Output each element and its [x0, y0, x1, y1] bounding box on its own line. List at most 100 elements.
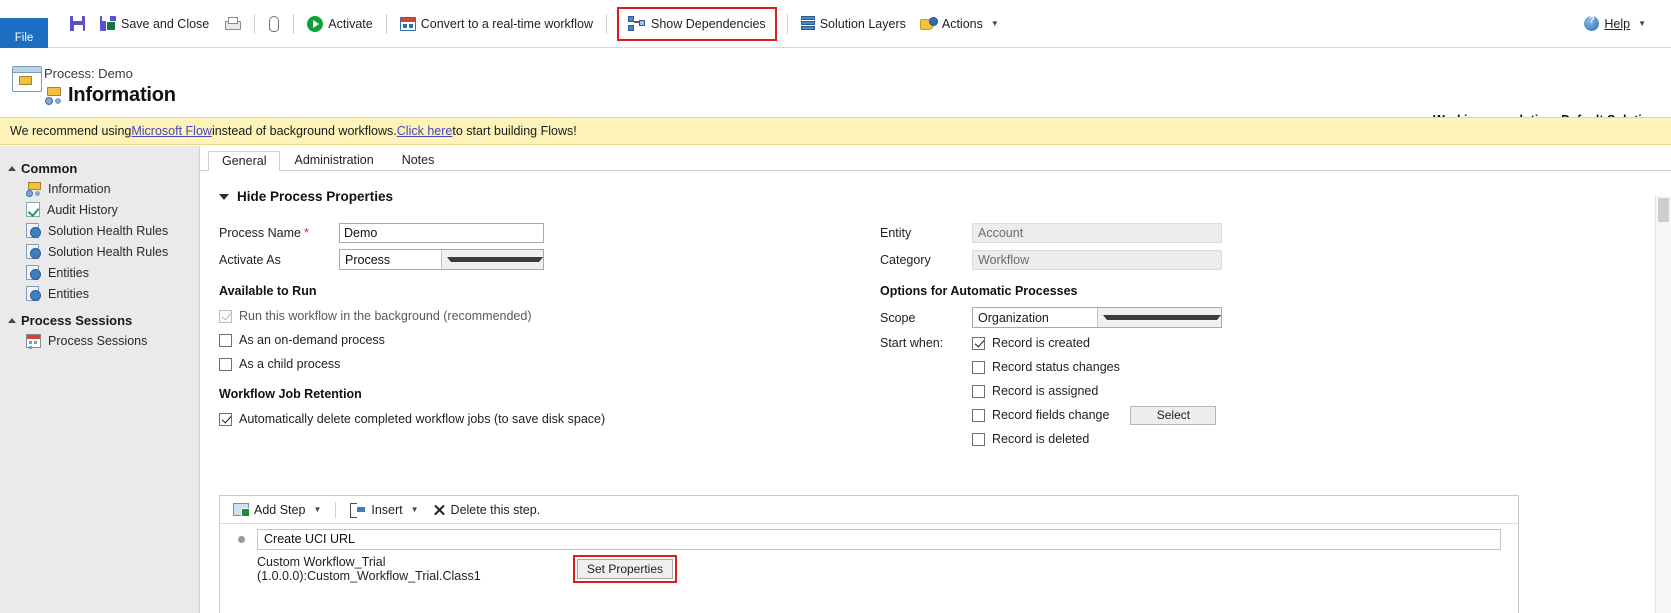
solution-layers-button[interactable]: Solution Layers [794, 9, 913, 39]
file-tab[interactable]: File [0, 18, 48, 48]
dropdown-arrow-box [1096, 308, 1221, 327]
checkbox-record-is-deleted[interactable]: Record is deleted [972, 427, 1216, 451]
ribbon-divider [786, 13, 788, 34]
sidebar-group-common[interactable]: Common [0, 158, 199, 179]
steps-divider [335, 501, 337, 518]
sidebar-group-process-sessions[interactable]: Process Sessions [0, 310, 199, 331]
paperclip-icon [269, 15, 280, 32]
microsoft-flow-link[interactable]: Microsoft Flow [131, 124, 212, 138]
checkbox-run-in-background[interactable]: Run this workflow in the background (rec… [219, 304, 779, 328]
attach-button[interactable] [261, 9, 287, 39]
step-name-input[interactable] [257, 528, 1501, 550]
chevron-down-icon [1102, 315, 1221, 320]
form-vertical-scrollbar[interactable] [1655, 196, 1671, 613]
convert-to-realtime-button[interactable]: Convert to a real-time workflow [393, 9, 600, 39]
save-button[interactable] [62, 9, 93, 39]
set-properties-button[interactable]: Set Properties [577, 559, 673, 579]
select-fields-button[interactable]: Select [1130, 405, 1217, 425]
hide-process-properties-toggle[interactable]: Hide Process Properties [219, 189, 393, 204]
activate-button[interactable]: Activate [300, 9, 379, 39]
category-label: Category [880, 252, 931, 267]
sidebar-item-solution-health-rules-2[interactable]: Solution Health Rules [0, 241, 199, 262]
delete-step-label: Delete this step. [450, 502, 541, 517]
main-content: General Administration Notes Hide Proces… [200, 146, 1671, 613]
chevron-down-icon: ▼ [410, 505, 419, 514]
checkbox-record-status-box[interactable] [972, 360, 985, 374]
sidebar-navigation: Common Information Audit History Solutio… [0, 146, 200, 613]
process-name-input[interactable] [339, 222, 544, 243]
checkbox-label: As an on-demand process [239, 333, 385, 347]
ribbon-divider [385, 13, 387, 34]
process-name-label-text: Process Name [219, 226, 301, 240]
options-automatic-processes-heading: Options for Automatic Processes [880, 284, 1078, 298]
sidebar-item-information[interactable]: Information [0, 179, 199, 199]
process-name-label: Process Name * [219, 225, 339, 240]
checkbox-run-in-background-box[interactable] [219, 309, 232, 323]
checkbox-record-deleted-box[interactable] [972, 432, 985, 446]
ribbon-divider [293, 13, 295, 34]
session-icon [26, 334, 41, 348]
chevron-down-icon: ▼ [313, 505, 322, 514]
delete-step-button[interactable]: Delete this step. [427, 499, 547, 521]
activate-as-label: Activate As [219, 252, 281, 267]
activate-as-select[interactable]: Process [339, 249, 544, 270]
tab-notes[interactable]: Notes [388, 150, 449, 170]
add-step-icon [233, 503, 250, 517]
ribbon-divider [254, 13, 256, 34]
save-and-close-button[interactable]: Save and Close [93, 9, 216, 39]
actions-button[interactable]: Actions ▼ [913, 9, 1006, 39]
checkbox-child-process-box[interactable] [219, 357, 232, 371]
ribbon-divider [606, 13, 608, 34]
set-properties-highlight: Set Properties [573, 555, 677, 583]
print-button[interactable] [216, 9, 248, 39]
checkbox-record-status-changes[interactable]: Record status changes [972, 355, 1216, 379]
scrollbar-thumb[interactable] [1658, 198, 1669, 222]
click-here-link[interactable]: Click here [397, 124, 453, 138]
process-icon [44, 87, 62, 105]
sidebar-item-label: Entities [48, 265, 89, 280]
start-when-group: Start when: Record is created Record sta… [880, 331, 1480, 451]
add-step-button[interactable]: Add Step ▼ [227, 499, 327, 521]
step-bullet-icon [238, 535, 245, 543]
category-input [972, 249, 1222, 270]
activate-as-value: Process [345, 252, 391, 267]
checkbox-record-fields-box[interactable] [972, 408, 985, 422]
checkbox-child-process[interactable]: As a child process [219, 352, 779, 376]
sidebar-item-audit-history[interactable]: Audit History [0, 199, 199, 220]
delete-icon [433, 503, 446, 516]
workflow-steps-panel: Add Step ▼ Insert ▼ Delete this step. Cr… [219, 495, 1519, 613]
form-right-column: Entity Category Options for Automatic Pr… [880, 219, 1480, 451]
step-row [220, 524, 1518, 554]
checkbox-auto-delete-jobs[interactable]: Automatically delete completed workflow … [219, 407, 779, 431]
checkbox-record-is-created[interactable]: Record is created [972, 331, 1216, 355]
actions-label: Actions [941, 16, 983, 31]
scope-select[interactable]: Organization [972, 307, 1222, 328]
category-row: Category [880, 246, 1480, 273]
checkbox-record-assigned-box[interactable] [972, 384, 985, 398]
checkbox-on-demand-box[interactable] [219, 333, 232, 347]
banner-text-before: We recommend using [10, 124, 132, 138]
checkbox-auto-delete-box[interactable] [219, 412, 232, 426]
process-information-window: File Save and Close Activate Convert to … [0, 0, 1671, 613]
tab-general[interactable]: General [208, 151, 281, 171]
tab-administration[interactable]: Administration [280, 150, 387, 170]
flow-recommendation-banner: We recommend using Microsoft Flow instea… [0, 117, 1671, 145]
checkbox-on-demand-process[interactable]: As an on-demand process [219, 328, 779, 352]
checkbox-record-is-assigned[interactable]: Record is assigned [972, 379, 1216, 403]
convert-label: Convert to a real-time workflow [420, 16, 594, 31]
sidebar-item-label: Audit History [47, 202, 118, 217]
sidebar-item-solution-health-rules-1[interactable]: Solution Health Rules [0, 220, 199, 241]
insert-button[interactable]: Insert ▼ [344, 499, 424, 521]
section-toggle-label: Hide Process Properties [237, 189, 394, 204]
sidebar-item-process-sessions[interactable]: Process Sessions [0, 331, 199, 351]
help-icon [1584, 15, 1600, 31]
sidebar-item-entities-2[interactable]: Entities [0, 283, 199, 304]
sidebar-item-entities-1[interactable]: Entities [0, 262, 199, 283]
sidebar-item-label: Process Sessions [48, 334, 148, 348]
process-name-row: Process Name * [219, 219, 779, 246]
show-dependencies-button[interactable]: Show Dependencies [617, 6, 777, 41]
checkbox-record-created-box[interactable] [972, 336, 985, 350]
help-button[interactable]: Help ▼ [1577, 9, 1653, 39]
help-zone: Help ▼ [1577, 9, 1671, 39]
checkbox-record-fields-change[interactable]: Record fields change Select [972, 403, 1217, 427]
